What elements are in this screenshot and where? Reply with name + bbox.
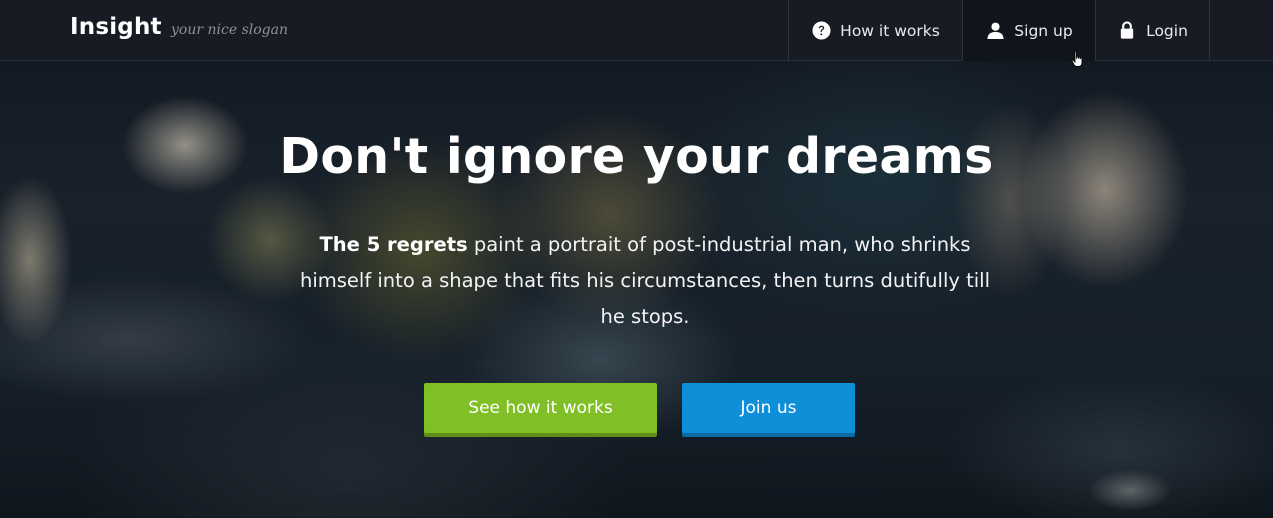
see-how-it-works-button[interactable]: See how it works xyxy=(424,383,657,433)
nav-label: How it works xyxy=(840,21,940,40)
nav-item-login[interactable]: Login xyxy=(1095,0,1210,61)
brand-slogan: your nice slogan xyxy=(171,22,288,38)
hero-lead-text: The 5 regrets paint a portrait of post-i… xyxy=(290,227,1000,335)
nav-label: Sign up xyxy=(1014,21,1073,40)
hand-cursor-icon xyxy=(1071,50,1083,67)
hero-headline: Don't ignore your dreams xyxy=(279,128,994,185)
hero-lead-bold: The 5 regrets xyxy=(319,233,468,256)
nav-label: Login xyxy=(1146,21,1188,40)
brand-logo[interactable]: Insight xyxy=(70,14,162,40)
join-us-button[interactable]: Join us xyxy=(682,383,855,433)
nav-item-how-it-works[interactable]: How it works xyxy=(788,0,962,61)
question-circle-icon xyxy=(811,21,831,41)
lock-icon xyxy=(1117,21,1137,41)
user-icon xyxy=(985,21,1005,41)
